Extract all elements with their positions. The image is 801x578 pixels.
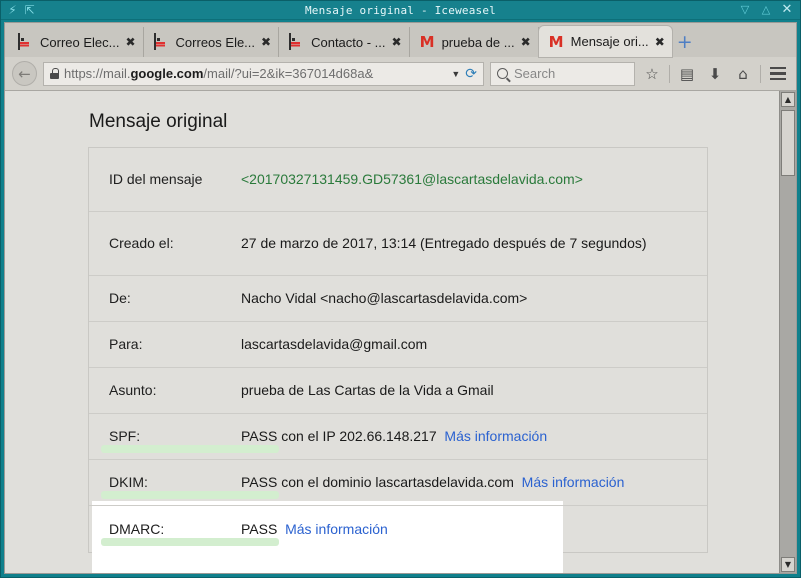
table-row-message-id: ID del mensaje <20170327131459.GD57361@l… (89, 148, 707, 212)
row-value: <20170327131459.GD57361@lascartasdelavid… (241, 171, 583, 188)
highlight-mark-dmarc (101, 538, 279, 546)
table-row-created: Creado el: 27 de marzo de 2017, 13:14 (E… (89, 212, 707, 276)
download-icon[interactable]: ⬇ (704, 62, 726, 86)
reload-icon[interactable]: ⟳ (465, 66, 477, 82)
row-value: PASS con el dominio lascartasdelavida.co… (241, 462, 707, 502)
toolbar-separator (669, 64, 670, 83)
tab-correo-electronico-1[interactable]: Correo Elec... ✖ (8, 27, 144, 57)
tab-close-icon[interactable]: ✖ (392, 35, 402, 49)
dkim-result: PASS con el dominio lascartasdelavida.co… (241, 474, 514, 491)
page-title: Mensaje original (89, 111, 228, 132)
new-tab-button[interactable]: + (672, 27, 698, 57)
address-bar[interactable]: https://mail.google.com/mail/?ui=2&ik=36… (43, 61, 484, 86)
tab-close-icon[interactable]: ✖ (521, 35, 531, 49)
authentication-rows: SPF: PASS con el IP 202.66.148.217 Más i… (89, 414, 707, 552)
document-icon (18, 33, 34, 50)
tab-label: Correo Elec... (40, 34, 120, 50)
gmail-icon: M (419, 33, 435, 51)
minimize-button[interactable]: ▽ (739, 4, 751, 16)
search-box[interactable]: Search (490, 61, 635, 86)
row-label: Para: (109, 336, 143, 353)
home-icon[interactable]: ⌂ (732, 62, 754, 86)
row-value: prueba de Las Cartas de la Vida a Gmail (241, 382, 494, 399)
search-icon (497, 68, 508, 79)
original-message-table: ID del mensaje <20170327131459.GD57361@l… (88, 147, 708, 553)
lightning-icon: ⚡ (8, 2, 17, 17)
tab-label: Mensaje ori... (570, 34, 649, 49)
search-placeholder: Search (514, 66, 556, 81)
gmail-icon: M (548, 32, 564, 51)
window-title: Mensaje original - Iceweasel (304, 4, 497, 17)
tab-prueba-de-4[interactable]: M prueba de ... ✖ (409, 27, 539, 57)
table-row-to: Para: lascartasdelavida@gmail.com (89, 322, 707, 368)
tab-close-icon[interactable]: ✖ (261, 35, 271, 49)
highlight-mark-dkim (101, 491, 279, 499)
row-value: Nacho Vidal <nacho@lascartasdelavida.com… (241, 290, 528, 307)
tab-strip: Correo Elec... ✖ Correos Ele... ✖ Contac… (5, 23, 796, 57)
scrollbar-thumb[interactable] (781, 110, 795, 176)
browser-chrome: Correo Elec... ✖ Correos Ele... ✖ Contac… (4, 22, 797, 574)
back-button[interactable]: ← (12, 61, 37, 86)
scroll-down-button[interactable]: ▼ (781, 557, 795, 572)
menu-hamburger-icon[interactable] (767, 62, 789, 86)
bookmark-star-icon[interactable]: ☆ (641, 62, 663, 86)
dmarc-more-info-link[interactable]: Más información (285, 521, 388, 537)
address-bar-url: https://mail.google.com/mail/?ui=2&ik=36… (64, 66, 446, 81)
dkim-more-info-link[interactable]: Más información (522, 474, 625, 490)
row-value: 27 de marzo de 2017, 13:14 (Entregado de… (241, 235, 647, 252)
page-viewport: Mensaje original ID del mensaje <2017032… (5, 91, 796, 573)
table-row-subject: Asunto: prueba de Las Cartas de la Vida … (89, 368, 707, 414)
tab-contacto-3[interactable]: Contacto - ... ✖ (279, 27, 410, 57)
row-label: De: (109, 290, 131, 307)
page-content: Mensaje original ID del mensaje <2017032… (5, 91, 779, 573)
close-window-button[interactable]: ✕ (781, 3, 793, 16)
row-value: PASS Más información (241, 509, 707, 549)
table-row-from: De: Nacho Vidal <nacho@lascartasdelavida… (89, 276, 707, 322)
document-icon (289, 33, 305, 50)
title-bar: ⚡ ⇱ Mensaje original - Iceweasel ▽ △ ✕ (1, 1, 800, 20)
tab-correos-electronicos-2[interactable]: Correos Ele... ✖ (143, 27, 280, 57)
row-label: ID del mensaje (109, 171, 203, 188)
table-row-dkim: DKIM: PASS con el dominio lascartasdelav… (89, 460, 707, 506)
url-prefix: https://mail. (64, 66, 131, 81)
resize-icon: ⇱ (24, 2, 35, 17)
maximize-button[interactable]: △ (760, 4, 772, 16)
browser-window: ⚡ ⇱ Mensaje original - Iceweasel ▽ △ ✕ C… (0, 0, 801, 578)
tab-close-icon[interactable]: ✖ (125, 35, 135, 49)
tab-mensaje-original-5[interactable]: M Mensaje ori... ✖ (538, 26, 672, 57)
toolbar-separator (760, 64, 761, 83)
tab-label: Contacto - ... (311, 34, 386, 50)
window-controls: ▽ △ ✕ (739, 3, 800, 16)
spf-result: PASS con el IP 202.66.148.217 (241, 428, 437, 445)
scrollbar-track[interactable] (780, 108, 796, 556)
title-bar-left-icons: ⚡ ⇱ (1, 2, 36, 17)
document-icon (153, 33, 170, 50)
table-row-spf: SPF: PASS con el IP 202.66.148.217 Más i… (89, 414, 707, 460)
url-domain: google.com (130, 66, 204, 81)
spf-more-info-link[interactable]: Más información (444, 428, 547, 444)
row-label: Asunto: (109, 382, 157, 399)
highlight-mark-spf (101, 445, 279, 453)
reading-list-icon[interactable]: ▤ (676, 62, 698, 86)
page-scrollbar[interactable]: ▲ ▼ (779, 91, 796, 573)
dmarc-result: PASS (241, 520, 278, 537)
row-label: Creado el: (109, 235, 174, 252)
tab-close-icon[interactable]: ✖ (655, 35, 665, 49)
row-value: PASS con el IP 202.66.148.217 Más inform… (241, 416, 707, 456)
scroll-up-button[interactable]: ▲ (781, 92, 795, 107)
url-suffix: /mail/?ui=2&ik=367014d68a& (203, 66, 374, 81)
lock-icon (50, 68, 59, 79)
navigation-toolbar: ← https://mail.google.com/mail/?ui=2&ik=… (5, 57, 796, 91)
table-row-dmarc: DMARC: PASS Más información (89, 506, 707, 552)
tab-label: prueba de ... (441, 34, 515, 50)
chevron-down-icon[interactable]: ▼ (451, 69, 460, 79)
row-value: lascartasdelavida@gmail.com (241, 336, 428, 353)
tab-label: Correos Ele... (175, 34, 256, 50)
